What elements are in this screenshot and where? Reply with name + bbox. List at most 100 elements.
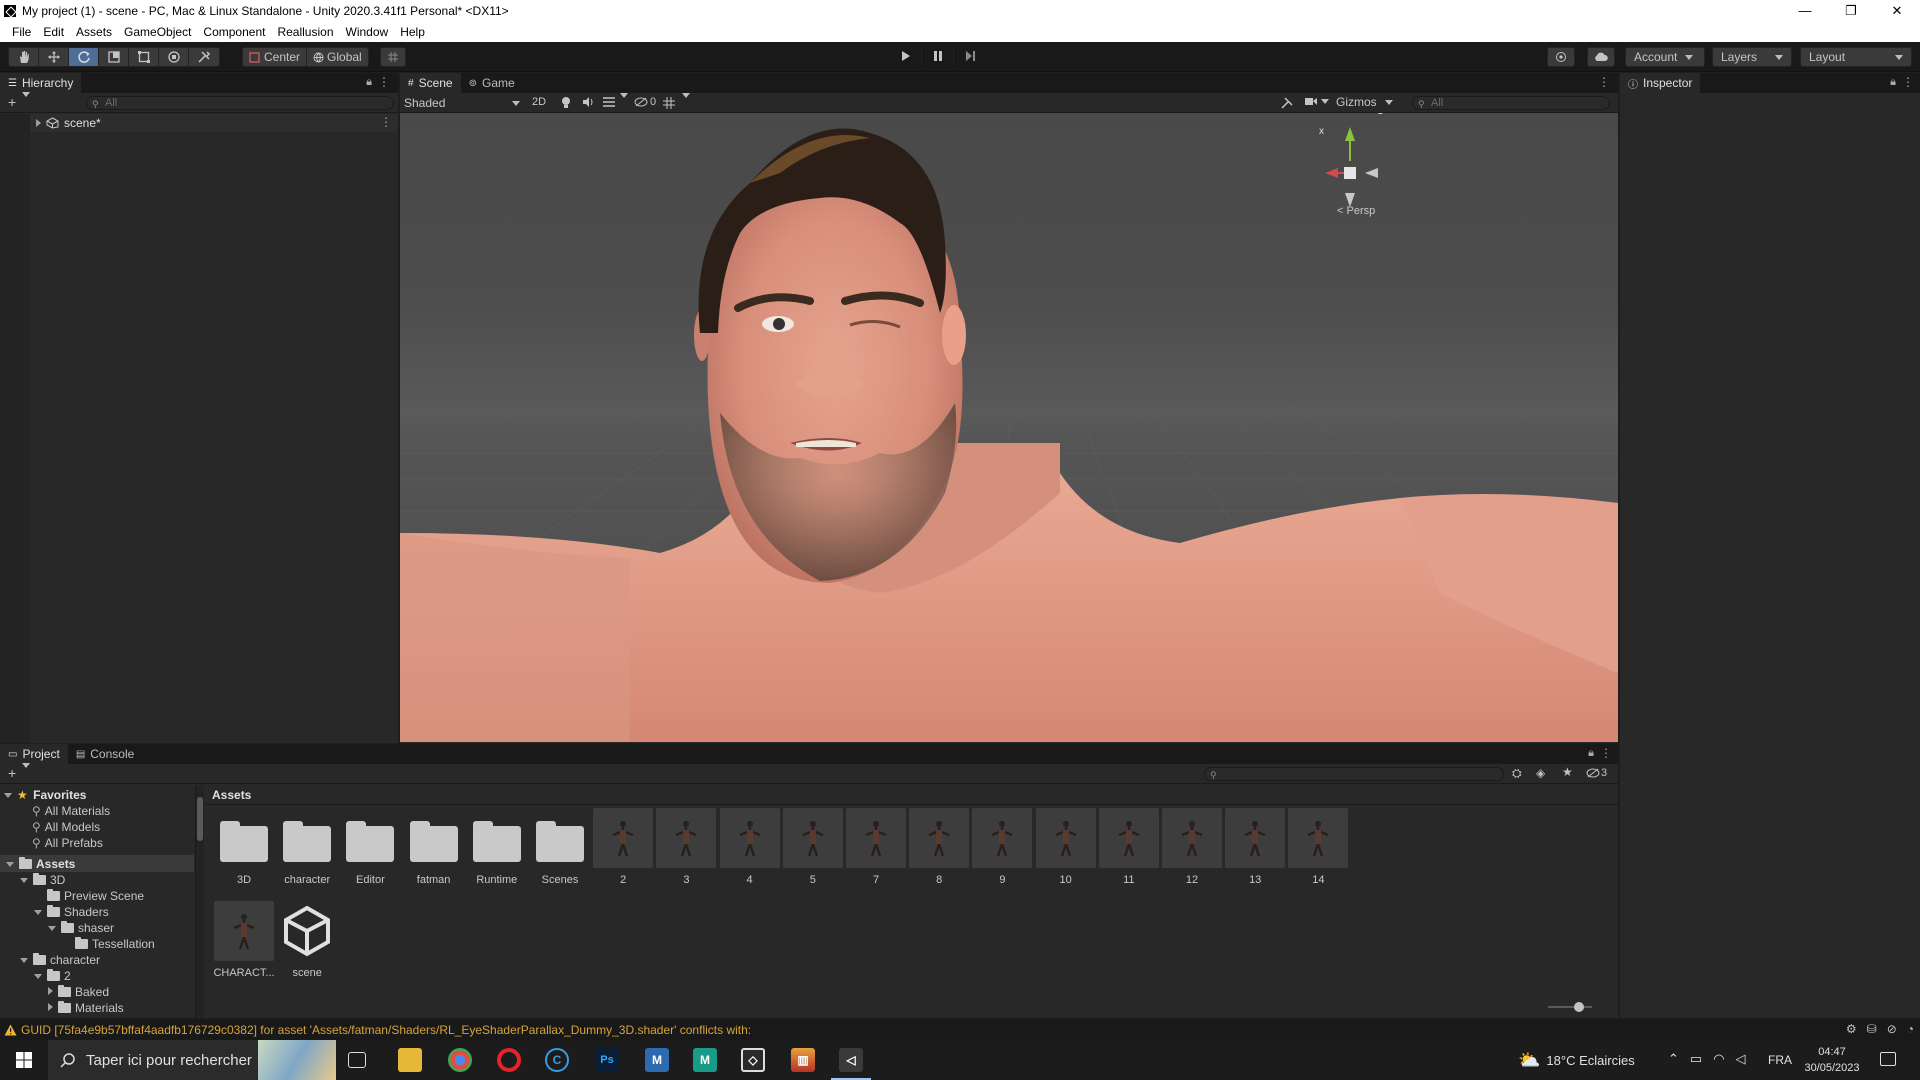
app-m-teal-icon[interactable]: M	[693, 1048, 717, 1072]
filter-type-icon[interactable]: ⛭	[1512, 766, 1522, 781]
move-tool-icon[interactable]	[39, 48, 69, 66]
star-icon[interactable]: ★	[1562, 765, 1573, 779]
asset-folder[interactable]: Runtime	[462, 808, 532, 886]
menu-assets[interactable]: Assets	[70, 25, 118, 39]
photoshop-icon[interactable]: Ps	[595, 1048, 619, 1072]
scale-tool-icon[interactable]	[99, 48, 129, 66]
expand-arrow-icon[interactable]	[20, 878, 28, 883]
kebab-menu-icon[interactable]: ⋮	[1598, 75, 1610, 89]
rotate-tool-icon[interactable]	[69, 48, 99, 66]
close-button[interactable]: ✕	[1874, 0, 1920, 21]
unity-hub-icon[interactable]: ◇	[741, 1048, 765, 1072]
collab-icon[interactable]	[1548, 48, 1574, 66]
expand-arrow-icon[interactable]	[20, 958, 28, 963]
hierarchy-search-input[interactable]: ⚲ All	[86, 96, 394, 110]
asset-scene[interactable]: scene	[272, 901, 342, 979]
asset-character-prefab[interactable]: CHARACT...	[209, 901, 279, 979]
progress-icon[interactable]: ◔	[1907, 1022, 1914, 1036]
shading-mode-dropdown[interactable]: Shaded	[404, 95, 520, 111]
auto-generate-icon[interactable]: ⊘	[1887, 1022, 1897, 1036]
clock[interactable]: 04:47 30/05/2023	[1800, 1044, 1864, 1076]
expand-arrow-icon[interactable]	[36, 119, 41, 127]
tree-item[interactable]: shaser	[48, 920, 114, 936]
expand-arrow-icon[interactable]	[48, 1003, 53, 1011]
play-button[interactable]	[890, 47, 922, 65]
asset-folder[interactable]: fatman	[399, 808, 469, 886]
chevron-down-icon[interactable]	[22, 763, 30, 782]
asset-character-prefab[interactable]: 13	[1220, 808, 1290, 886]
tree-item[interactable]: Shaders	[34, 904, 109, 920]
expand-arrow-icon[interactable]	[48, 926, 56, 931]
tree-item[interactable]: character	[20, 952, 100, 968]
asset-folder[interactable]: Editor	[335, 808, 405, 886]
minimize-button[interactable]: —	[1782, 0, 1828, 21]
expand-arrow-icon[interactable]	[4, 793, 12, 798]
expand-arrow-icon[interactable]	[34, 974, 42, 979]
kebab-menu-icon[interactable]: ⋮	[1902, 75, 1914, 89]
asset-character-prefab[interactable]: 3	[651, 808, 721, 886]
chevron-up-icon[interactable]: ⌃	[1668, 1051, 1679, 1067]
taskbar-search-input[interactable]: Taper ici pour rechercher	[48, 1040, 336, 1080]
tab-game[interactable]: ⊚ Game	[461, 73, 523, 93]
volume-icon[interactable]: ◁	[1736, 1051, 1746, 1067]
hidden-objects-toggle[interactable]: 0	[634, 96, 656, 108]
ccleaner-icon[interactable]: C	[545, 1048, 569, 1072]
unity-editor-icon[interactable]: ◁	[831, 1048, 871, 1080]
tree-item[interactable]: Tessellation	[62, 936, 155, 952]
tree-item[interactable]: Preview Scene	[34, 888, 144, 904]
cloud-icon[interactable]	[1588, 48, 1614, 66]
pivot-center-button[interactable]: Center	[243, 48, 308, 66]
layout-dropdown[interactable]: Layout	[1800, 47, 1912, 67]
grid-snap-icon[interactable]	[381, 48, 405, 66]
tree-item[interactable]: Assets	[6, 856, 75, 872]
hidden-packages-toggle[interactable]: 3	[1586, 767, 1607, 779]
asset-character-prefab[interactable]: 7	[841, 808, 911, 886]
menu-file[interactable]: File	[6, 25, 37, 39]
transform-tool-icon[interactable]	[159, 48, 189, 66]
asset-character-prefab[interactable]: 14	[1283, 808, 1353, 886]
menu-gameobject[interactable]: GameObject	[118, 25, 197, 39]
file-explorer-icon[interactable]	[398, 1048, 422, 1072]
tab-console[interactable]: ▤ Console	[68, 744, 142, 764]
favorite-item[interactable]: ⚲ All Materials	[32, 803, 110, 819]
custom-tool-icon[interactable]	[189, 48, 219, 66]
menu-reallusion[interactable]: Reallusion	[271, 25, 339, 39]
tree-item[interactable]: 3D	[20, 872, 65, 888]
thumbnail-size-slider[interactable]	[1548, 1006, 1592, 1008]
kebab-menu-icon[interactable]: ⋮	[1600, 746, 1612, 760]
asset-character-prefab[interactable]: 10	[1031, 808, 1101, 886]
slider-handle[interactable]	[1574, 1002, 1584, 1012]
scene-viewport[interactable]: y x 🔒︎ < Persp	[400, 113, 1618, 742]
weather-widget[interactable]: ⛅ 18°C Eclaircies	[1518, 1048, 1635, 1072]
wifi-icon[interactable]: ◠	[1713, 1051, 1724, 1067]
tab-project[interactable]: ▭ Project	[0, 744, 68, 764]
chevron-down-icon[interactable]	[620, 93, 628, 112]
asset-folder[interactable]: character	[272, 808, 342, 886]
asset-character-prefab[interactable]: 5	[778, 808, 848, 886]
expand-arrow-icon[interactable]	[6, 862, 14, 867]
filter-label-icon[interactable]: ◈	[1536, 766, 1545, 780]
add-icon[interactable]: +	[8, 94, 16, 110]
breadcrumb-assets[interactable]: Assets	[212, 788, 251, 802]
projection-toggle[interactable]: < Persp	[1337, 205, 1375, 217]
account-dropdown[interactable]: Account	[1625, 47, 1705, 67]
tree-item[interactable]: Materials	[48, 1000, 124, 1016]
gizmo-lock-icon[interactable]: 🔒︎	[1378, 113, 1383, 117]
tab-inspector[interactable]: ⓘ Inspector	[1620, 73, 1701, 93]
language-indicator[interactable]: FRA	[1768, 1053, 1792, 1067]
restore-button[interactable]: ❐	[1828, 0, 1874, 21]
chrome-icon[interactable]	[448, 1048, 472, 1072]
asset-character-prefab[interactable]: 11	[1094, 808, 1164, 886]
cache-icon[interactable]: ⛁	[1867, 1022, 1877, 1036]
chevron-down-icon[interactable]	[682, 93, 690, 112]
app-m-blue-icon[interactable]: M	[645, 1048, 669, 1072]
scene-search-input[interactable]: ⚲ All	[1412, 96, 1610, 110]
status-bar[interactable]: GUID [75fa4e9b57bffaf4aadfb176729c0382] …	[0, 1019, 1920, 1040]
kebab-menu-icon[interactable]: ⋮	[378, 75, 390, 89]
hierarchy-scene-row[interactable]: scene* ⋮	[30, 114, 398, 132]
favorite-item[interactable]: ⚲ All Models	[32, 819, 100, 835]
kebab-menu-icon[interactable]: ⋮	[380, 115, 392, 129]
chevron-down-icon[interactable]	[22, 92, 30, 111]
asset-character-prefab[interactable]: 12	[1157, 808, 1227, 886]
pivot-global-button[interactable]: Global	[307, 48, 368, 66]
